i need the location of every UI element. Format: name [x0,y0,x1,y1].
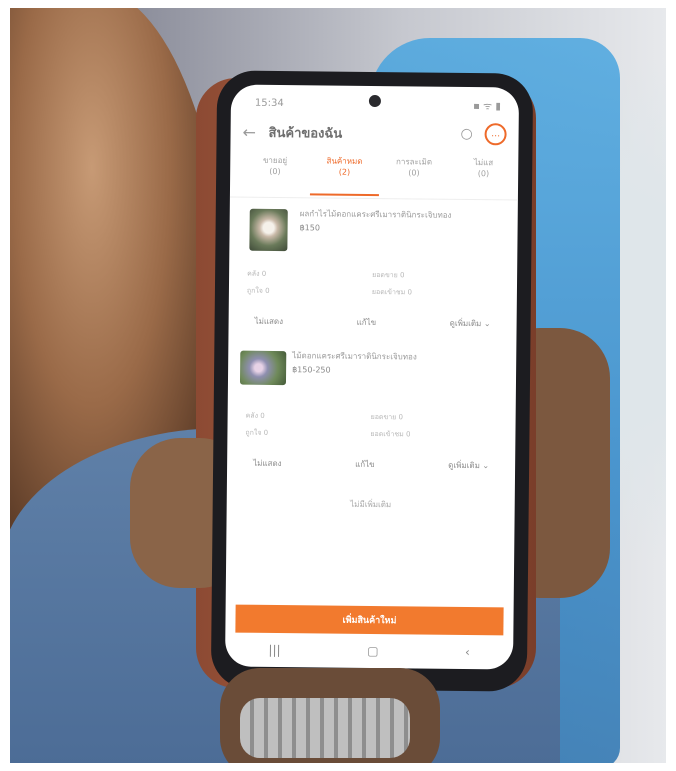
tab-label: การละเมิด [395,157,433,167]
hide-button[interactable]: ไม่แสดง [249,313,290,330]
tab-label: ไม่แส [473,158,494,168]
phone-screen: 15:34 ▪ ᯤ ▮ ← สินค้าของฉัน ○ … ขายอยู่ (… [225,84,520,670]
tab-count: (0) [408,168,420,178]
tab-label: ขายอยู่ [262,155,288,166]
tab-count: (0) [477,169,490,179]
front-camera [368,94,381,108]
hide-button[interactable]: ไม่แสดง [247,455,288,472]
add-product-button[interactable]: เพิ่มสินค้าใหม่ [235,604,504,636]
smartphone: 15:34 ▪ ᯤ ▮ ← สินค้าของฉัน ○ … ขายอยู่ (… [210,70,534,692]
stock-stat: คลัง 0 [247,269,267,278]
tab-count: (0) [269,166,281,177]
edit-button[interactable]: แก้ไข [349,456,381,473]
no-more-text: ไม่มีเพิ่มเติม [350,499,392,510]
stock-stat: คลัง 0 [245,411,265,420]
sales-stat: ยอดขาย 0 [372,270,405,280]
search-icon[interactable]: ○ [455,126,479,142]
likes-stat: ถูกใจ 0 [245,428,269,437]
sales-stat: ยอดขาย 0 [370,412,404,422]
back-arrow-icon[interactable]: ← [243,122,269,141]
product-thumbnail [239,350,287,386]
wristwatch [240,698,410,758]
tab-count: (2) [338,167,351,177]
product-name: ผลกำไรไม้ดอกแคระศรีเมาราตินิกระเจิบทอง [299,209,452,220]
views-stat: ยอดเข้าชม 0 [371,287,412,297]
product-stats: คลัง 0 ยอดขาย 0 ถูกใจ 0 ยอดเข้าชม 0 [247,269,497,302]
status-icons: ▪ ᯤ ▮ [473,101,501,113]
likes-stat: ถูกใจ 0 [246,286,270,295]
tab-label: สินค้าหมด [326,156,363,166]
product-actions: ไม่แสดง แก้ไข ดูเพิ่มเติม ⌄ [247,455,495,475]
more-button[interactable]: ดูเพิ่มเติม ⌄ [442,457,495,475]
status-time: 15:34 [254,97,284,109]
edit-button[interactable]: แก้ไข [351,314,383,331]
product-price: ฿150 [299,223,321,233]
divider [229,196,518,201]
product-stats: คลัง 0 ยอดขาย 0 ถูกใจ 0 ยอดเข้าชม 0 [245,411,495,444]
tab-violations[interactable]: การละเมิด (0) [379,156,449,197]
app-bar: ← สินค้าของฉัน ○ … [242,119,507,148]
tab-bar: ขายอยู่ (0) สินค้าหมด (2) การละเมิด (0) … [240,155,518,198]
photo-frame: 15:34 ▪ ᯤ ▮ ← สินค้าของฉัน ○ … ขายอยู่ (… [10,8,666,763]
more-button[interactable]: ดูเพิ่มเติม ⌄ [444,315,497,333]
tab-selling[interactable]: ขายอยู่ (0) [240,155,310,196]
back-icon[interactable]: ‹ [465,645,470,659]
system-nav-bar: ||| ▢ ‹ [225,638,513,663]
page-title: สินค้าของฉัน [268,125,343,142]
chat-icon[interactable]: … [484,123,507,146]
product-thumbnail [249,208,288,252]
product-actions: ไม่แสดง แก้ไข ดูเพิ่มเติม ⌄ [249,313,497,333]
product-name: ไม้ดอกแคระศรีเมาราตินิกระเจิบทอง [292,351,417,362]
product-price: ฿150-250 [292,365,331,375]
views-stat: ยอดเข้าชม 0 [370,429,411,439]
tab-hidden[interactable]: ไม่แส (0) [448,157,518,198]
tab-sold-out[interactable]: สินค้าหมด (2) [309,155,380,197]
home-icon[interactable]: ▢ [367,644,378,658]
product-card[interactable]: ผลกำไรไม้ดอกแคระศรีเมาราตินิกระเจิบทอง ฿… [228,203,518,356]
product-card[interactable]: ไม้ดอกแคระศรีเมาราตินิกระเจิบทอง ฿150-25… [227,344,517,497]
recents-icon[interactable]: ||| [268,643,280,657]
